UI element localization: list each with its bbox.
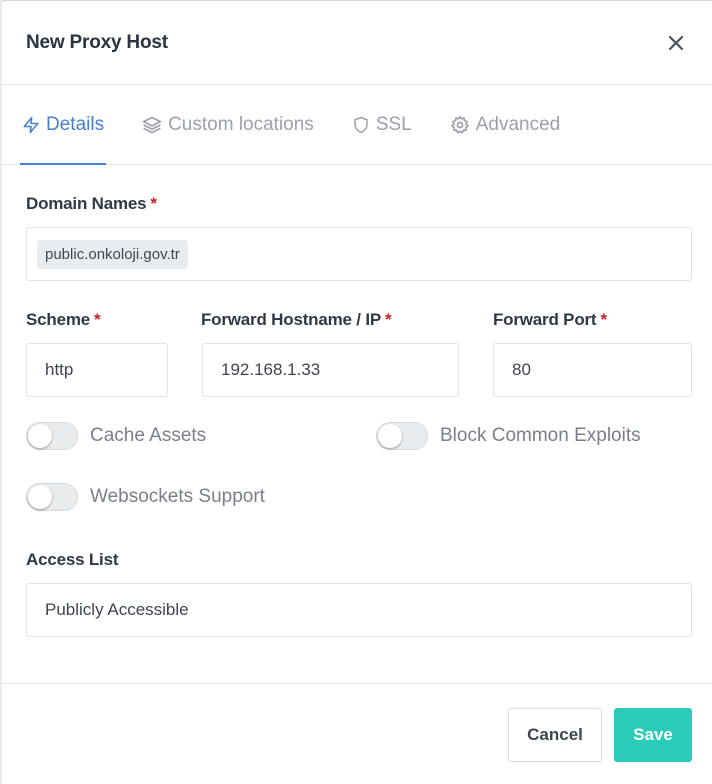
modal-header: New Proxy Host — [2, 1, 712, 85]
access-list-select[interactable]: Publicly Accessible — [26, 583, 692, 637]
tab-label: Custom locations — [168, 113, 314, 135]
forward-port-input[interactable]: 80 — [493, 343, 692, 397]
forward-hostname-input[interactable]: 192.168.1.33 — [202, 343, 459, 397]
access-list-label: Access List — [26, 550, 119, 569]
forward-hostname-value: 192.168.1.33 — [221, 360, 321, 379]
label-text: Domain Names — [26, 194, 147, 213]
websockets-toggle-row[interactable]: Websockets Support — [26, 483, 265, 511]
scheme-input[interactable]: http — [26, 343, 168, 397]
required-mark: * — [150, 194, 157, 213]
layers-icon — [142, 116, 162, 133]
scheme-label: Scheme * — [26, 310, 101, 330]
required-mark: * — [600, 310, 607, 329]
block-exploits-toggle[interactable] — [376, 422, 428, 450]
tab-label: Advanced — [475, 113, 561, 135]
proxy-host-modal: New Proxy Host Details Custom locations — [2, 0, 712, 784]
required-mark: * — [94, 310, 101, 329]
close-icon — [668, 35, 684, 50]
modal-title: New Proxy Host — [26, 31, 168, 53]
toggle-knob — [378, 424, 402, 448]
block-exploits-label: Block Common Exploits — [440, 425, 641, 446]
label-text: Scheme — [26, 310, 91, 329]
tab-ssl[interactable]: SSL — [350, 85, 414, 164]
access-list-value: Publicly Accessible — [45, 600, 189, 619]
cache-assets-label: Cache Assets — [90, 425, 207, 446]
toggle-knob — [28, 485, 52, 509]
forward-port-value: 80 — [512, 360, 531, 379]
label-text: Forward Hostname / IP — [201, 310, 382, 329]
toggle-knob — [28, 424, 52, 448]
tab-advanced[interactable]: Advanced — [448, 85, 563, 164]
gear-icon — [450, 115, 469, 133]
close-button[interactable] — [664, 31, 688, 55]
domain-names-label: Domain Names * — [26, 194, 157, 214]
tab-label: SSL — [375, 113, 412, 135]
forward-port-label: Forward Port * — [493, 310, 607, 330]
tab-details[interactable]: Details — [20, 85, 107, 165]
domain-chip[interactable]: public.onkoloji.gov.tr — [37, 239, 188, 269]
zap-icon — [23, 116, 39, 133]
save-button[interactable]: Save — [614, 708, 692, 762]
shield-icon — [354, 116, 368, 133]
tab-custom-locations[interactable]: Custom locations — [140, 85, 316, 164]
tab-bar: Details Custom locations SSL Advanced — [2, 85, 712, 165]
websockets-label: Websockets Support — [90, 486, 265, 507]
required-mark: * — [385, 310, 392, 329]
cancel-button[interactable]: Cancel — [508, 708, 602, 762]
tab-label: Details — [46, 113, 105, 135]
label-text: Forward Port — [493, 310, 597, 329]
forward-hostname-label: Forward Hostname / IP * — [201, 310, 392, 330]
websockets-toggle[interactable] — [26, 483, 78, 511]
modal-footer: Cancel Save — [2, 683, 712, 784]
cache-assets-toggle[interactable] — [26, 422, 78, 450]
block-exploits-toggle-row[interactable]: Block Common Exploits — [376, 422, 641, 450]
domain-names-input[interactable]: public.onkoloji.gov.tr — [26, 227, 692, 281]
scheme-value: http — [45, 360, 74, 379]
cache-assets-toggle-row[interactable]: Cache Assets — [26, 422, 206, 450]
